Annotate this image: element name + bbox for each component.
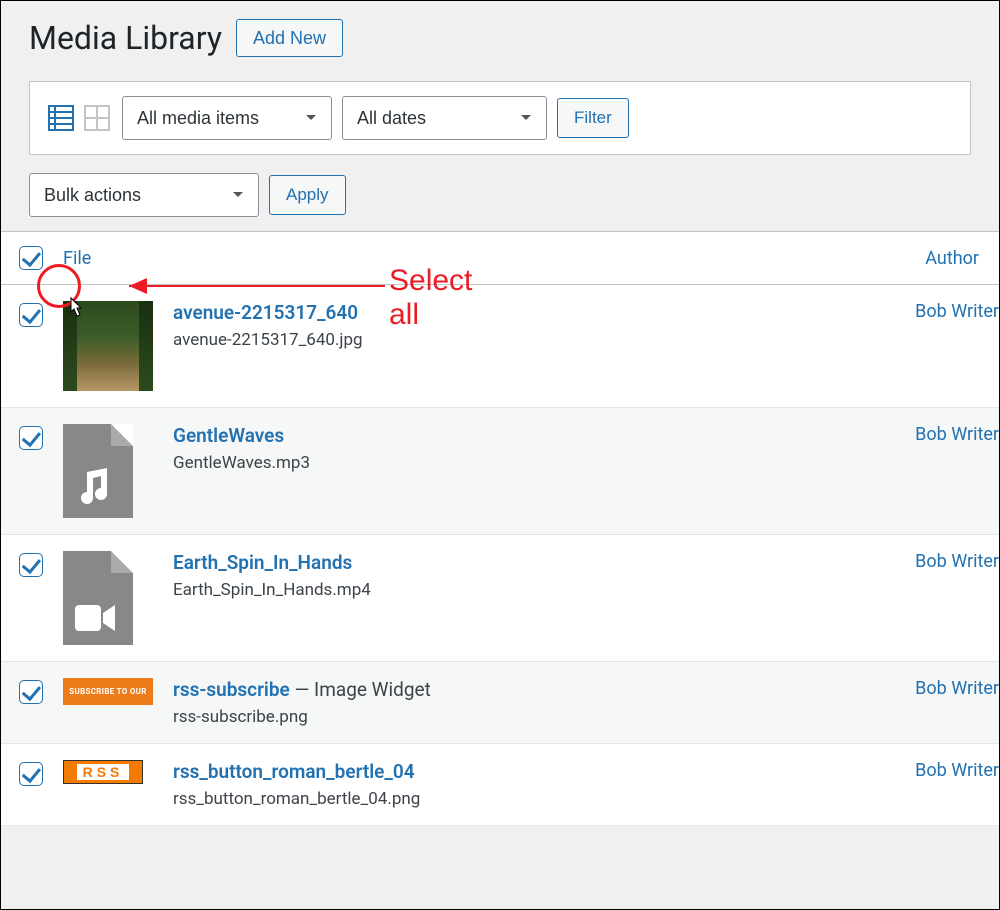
media-title-link[interactable]: rss-subscribe [173,678,290,701]
media-library-page: Media Library Add New All media items Al… [0,0,1000,910]
select-all-header [1,232,53,285]
media-filename: avenue-2215317_640.jpg [173,330,363,350]
row-checkbox[interactable] [19,303,43,327]
author-link[interactable]: Bob Writer [915,760,999,781]
author-link[interactable]: Bob Writer [915,301,999,322]
media-title-link[interactable]: avenue-2215317_640 [173,301,358,324]
media-title-link[interactable]: rss_button_roman_bertle_04 [173,760,415,783]
author-column-header[interactable]: Author [788,232,999,285]
media-filename: GentleWaves.mp3 [173,453,310,473]
rss-thumbnail: RSS [63,760,143,784]
row-checkbox[interactable] [19,426,43,450]
media-filename: rss-subscribe.png [173,707,308,727]
media-filename: Earth_Spin_In_Hands.mp4 [173,580,371,600]
row-checkbox[interactable] [19,680,43,704]
filter-button[interactable]: Filter [557,98,629,138]
media-table: File Author avenue-2215317_640avenue-221… [1,231,999,826]
add-new-button[interactable]: Add New [236,19,343,57]
author-link[interactable]: Bob Writer [915,551,999,572]
bulk-actions-select[interactable]: Bulk actions [29,173,259,217]
grid-view-icon[interactable] [82,103,112,133]
video-file-icon [63,551,133,645]
table-row: avenue-2215317_640 avenue-2215317_640.jpg… [1,285,999,408]
image-thumbnail [63,301,153,391]
table-row: Earth_Spin_In_Hands Earth_Spin_In_Hands.m… [1,535,999,662]
row-checkbox[interactable] [19,553,43,577]
list-view-icon[interactable] [46,103,76,133]
audio-file-icon [63,424,133,518]
dates-select[interactable]: All dates [342,96,547,140]
media-title-suffix: — Image Widget [290,678,431,701]
media-title-link[interactable]: GentleWaves [173,424,284,447]
select-all-checkbox[interactable] [19,246,43,270]
file-column-header[interactable]: File [53,232,163,285]
table-row: RSS rss_button_roman_bertle_04 rss_button_… [1,744,999,826]
apply-button[interactable]: Apply [269,175,346,215]
page-title: Media Library [29,19,222,57]
bulk-actions-row: Bulk actions Apply [1,155,999,231]
media-type-select[interactable]: All media items [122,96,332,140]
author-link[interactable]: Bob Writer [915,424,999,445]
author-link[interactable]: Bob Writer [915,678,999,699]
filter-bar: All media items All dates Filter [29,81,971,155]
view-toggle [46,103,112,133]
media-filename: rss_button_roman_bertle_04.png [173,789,420,809]
media-title-link[interactable]: Earth_Spin_In_Hands [173,551,352,574]
page-header: Media Library Add New [1,1,999,69]
table-row: GentleWaves GentleWaves.mp3 Bob Writer [1,408,999,535]
row-checkbox[interactable] [19,762,43,786]
subscribe-thumbnail: SUBSCRIBE TO OUR [63,678,153,705]
table-row: SUBSCRIBE TO OUR rss-subscribe — Image Wi… [1,662,999,744]
